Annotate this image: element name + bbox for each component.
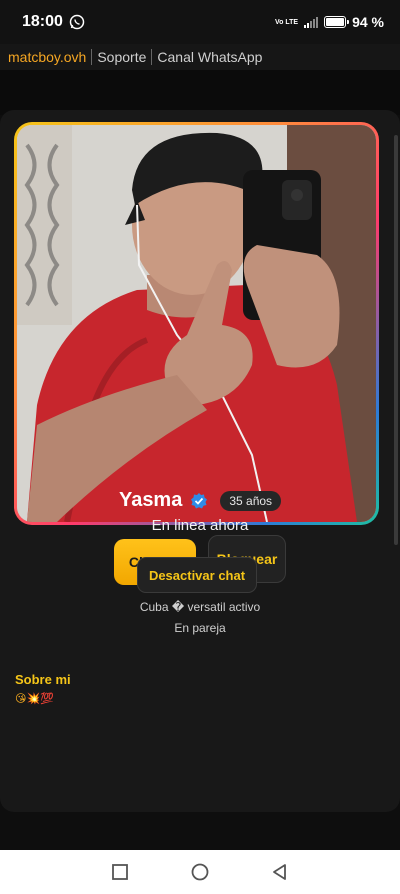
profile-photo-image	[17, 125, 376, 522]
background-band	[0, 70, 400, 115]
net-top-label: Vo LTE	[275, 18, 299, 26]
back-icon[interactable]	[271, 863, 289, 881]
status-right: Vo LTE 94 %	[275, 14, 384, 30]
nav-divider	[151, 49, 153, 65]
square-icon[interactable]	[111, 863, 129, 881]
scrollbar[interactable]	[394, 135, 398, 545]
about-text: 😘💥💯	[15, 693, 54, 705]
circle-icon[interactable]	[191, 863, 209, 881]
top-nav: matcboy.ovh Soporte Canal WhatsApp	[0, 44, 400, 70]
status-bar: 18:00 Vo LTE 94 %	[0, 0, 400, 44]
verified-icon	[191, 492, 208, 508]
signal-icon	[304, 16, 319, 28]
profile-photo[interactable]	[17, 125, 376, 522]
nav-whatsapp-link[interactable]: Canal WhatsApp	[157, 49, 262, 65]
profile-photo-frame	[14, 122, 379, 525]
name-row: Yasma 35 años	[0, 489, 400, 512]
system-nav-bar	[0, 850, 400, 894]
age-badge: 35 años	[220, 490, 282, 511]
deactivate-chat-button[interactable]: Desactivar chat	[137, 557, 257, 593]
battery-percent: 94 %	[352, 14, 384, 30]
battery-icon	[324, 16, 350, 28]
profile-name: Yasma	[118, 489, 183, 511]
about-title: Sobre mi	[15, 672, 71, 687]
whatsapp-icon	[69, 14, 85, 30]
nav-divider	[91, 49, 93, 65]
online-status: En linea ahora	[151, 517, 249, 534]
status-left: 18:00	[22, 13, 85, 31]
nav-brand-link[interactable]: matcboy.ovh	[8, 49, 86, 65]
nav-support-link[interactable]: Soporte	[97, 49, 146, 65]
profile-card: Chatear Bloquear	[0, 110, 400, 812]
status-time: 18:00	[22, 13, 63, 30]
network-indicator: Vo LTE	[275, 19, 298, 26]
profile-location: Cuba � versatil activo	[139, 600, 261, 614]
profile-relationship: En pareja	[174, 621, 226, 635]
